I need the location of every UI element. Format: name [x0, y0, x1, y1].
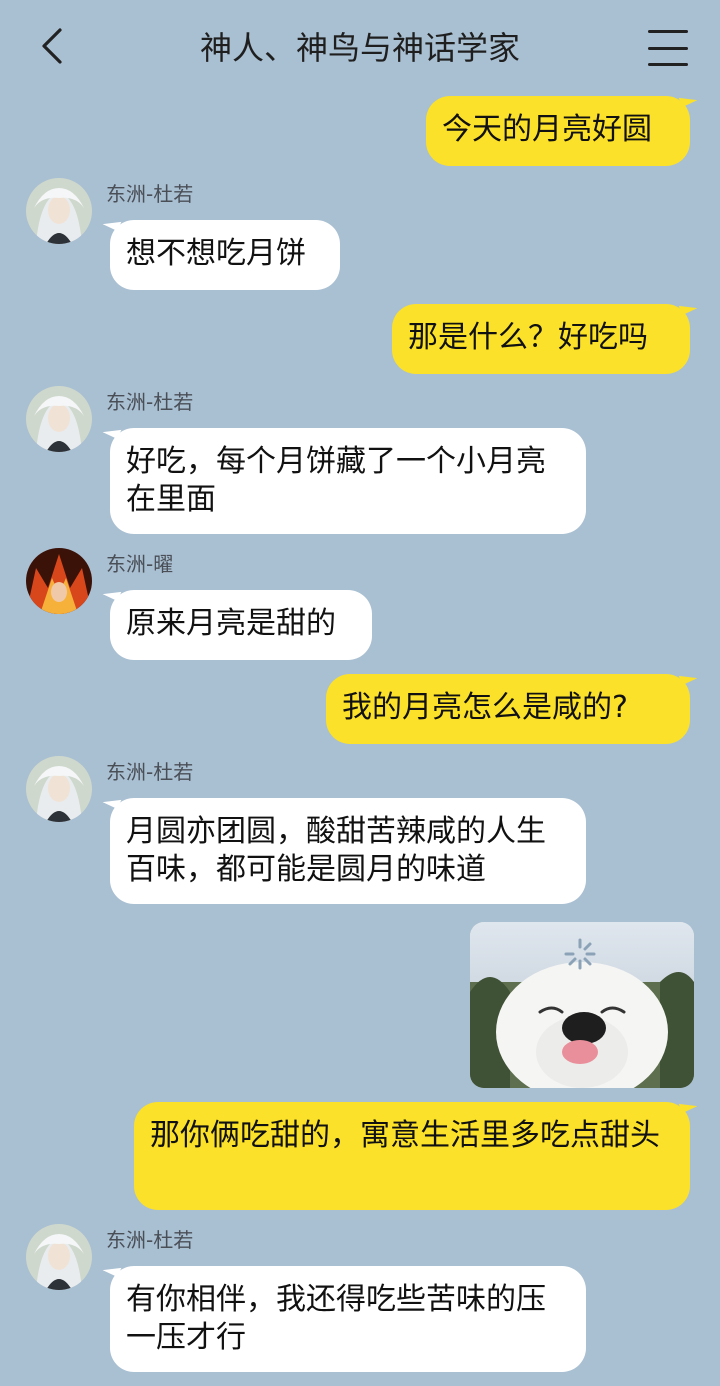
- avatar-duruo[interactable]: [26, 178, 92, 244]
- chat-header: 神人、神鸟与神话学家: [0, 0, 720, 96]
- message-bubble-incoming[interactable]: 有你相伴，我还得吃些苦味的压一压才行: [110, 1266, 586, 1372]
- sender-name: 东洲-杜若: [106, 390, 194, 414]
- avatar-image: [26, 178, 92, 244]
- message-bubble-incoming[interactable]: 想不想吃月饼: [110, 220, 340, 290]
- menu-button[interactable]: [648, 30, 688, 66]
- avatar-duruo[interactable]: [26, 1224, 92, 1290]
- image-message-dog[interactable]: [470, 922, 694, 1088]
- menu-line: [648, 46, 688, 50]
- sender-name: 东洲-杜若: [106, 1228, 194, 1252]
- message-bubble-outgoing[interactable]: 那是什么？好吃吗: [392, 304, 690, 374]
- sender-name: 东洲-杜若: [106, 182, 194, 206]
- message-text: 想不想吃月饼: [126, 236, 306, 271]
- avatar-image: [26, 548, 92, 614]
- avatar-duruo[interactable]: [26, 756, 92, 822]
- message-text: 原来月亮是甜的: [126, 606, 336, 641]
- dog-photo-image: [470, 922, 694, 1088]
- message-text: 那是什么？好吃吗: [408, 320, 648, 355]
- message-bubble-incoming[interactable]: 原来月亮是甜的: [110, 590, 372, 660]
- message-text: 那你俩吃甜的，寓意生活里多吃点甜头: [150, 1118, 660, 1153]
- message-text: 月圆亦团圆，酸甜苦辣咸的人生百味，都可能是圆月的味道: [126, 814, 546, 887]
- avatar-image: [26, 1224, 92, 1290]
- message-text: 好吃，每个月饼藏了一个小月亮在里面: [126, 444, 546, 517]
- message-bubble-outgoing[interactable]: 那你俩吃甜的，寓意生活里多吃点甜头: [134, 1102, 690, 1210]
- avatar-image: [26, 756, 92, 822]
- avatar-image: [26, 386, 92, 452]
- message-text: 有你相伴，我还得吃些苦味的压一压才行: [126, 1282, 546, 1355]
- message-text: 我的月亮怎么是咸的?: [342, 690, 628, 725]
- message-bubble-outgoing[interactable]: 我的月亮怎么是咸的?: [326, 674, 690, 744]
- menu-line: [648, 30, 688, 33]
- message-bubble-incoming[interactable]: 好吃，每个月饼藏了一个小月亮在里面: [110, 428, 586, 534]
- sender-name: 东洲-杜若: [106, 760, 194, 784]
- menu-line: [648, 63, 688, 66]
- message-bubble-outgoing[interactable]: 今天的月亮好圆: [426, 96, 690, 166]
- avatar-yao[interactable]: [26, 548, 92, 614]
- avatar-duruo[interactable]: [26, 386, 92, 452]
- message-bubble-incoming[interactable]: 月圆亦团圆，酸甜苦辣咸的人生百味，都可能是圆月的味道: [110, 798, 586, 904]
- message-text: 今天的月亮好圆: [442, 112, 652, 147]
- chat-title: 神人、神鸟与神话学家: [199, 29, 520, 67]
- sender-name: 东洲-曜: [106, 552, 174, 576]
